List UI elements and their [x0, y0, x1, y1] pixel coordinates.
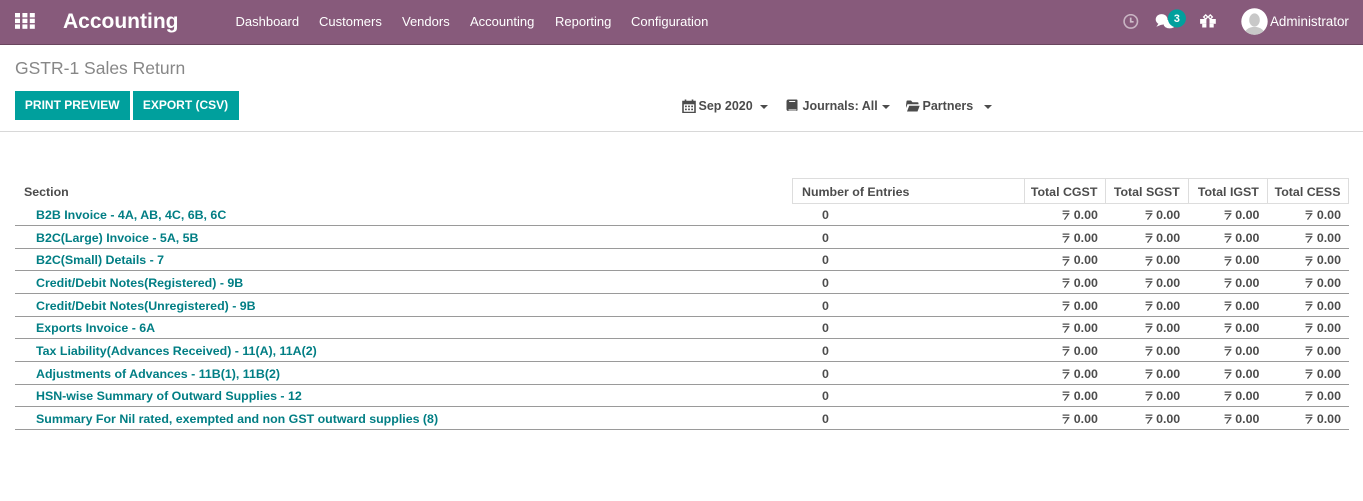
svg-text:3: 3 [1174, 13, 1180, 25]
